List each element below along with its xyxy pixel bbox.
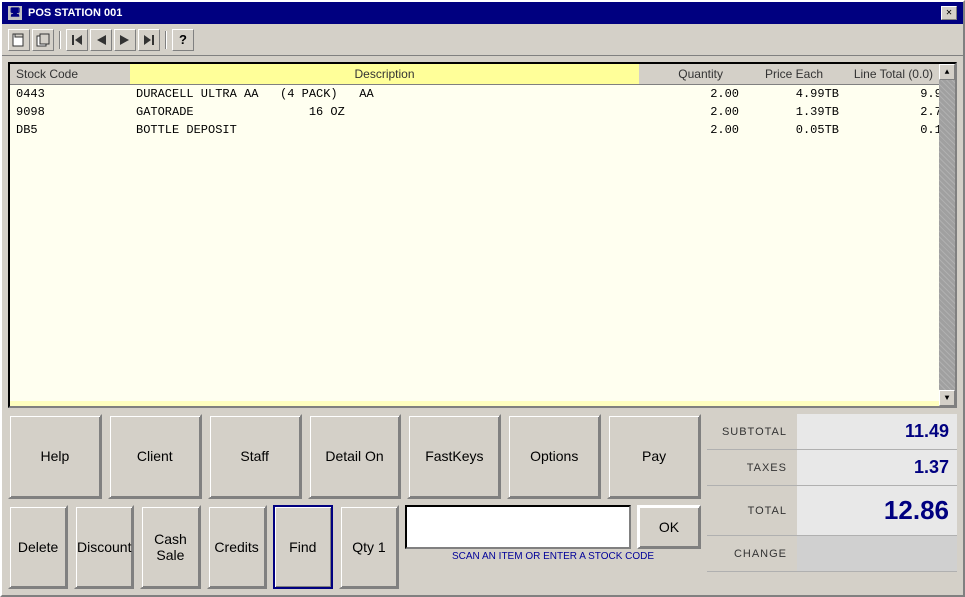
col-description: Description [130,64,639,84]
qty1-button[interactable]: Qty 1 [339,505,399,590]
buttons-row2: Delete Discount Cash Sale Credits Find Q… [8,505,701,590]
cell-price-each: 1.39TB [745,103,845,121]
staff-button[interactable]: Staff [208,414,302,499]
col-line-total: Line Total (0.0) [829,64,939,84]
first-icon[interactable] [66,29,88,51]
delete-button[interactable]: Delete [8,505,68,590]
client-button[interactable]: Client [108,414,202,499]
title-bar: 🖥 POS STATION 001 ✕ [2,2,963,24]
cash-sale-button[interactable]: Cash Sale [140,505,200,590]
scroll-track[interactable] [939,80,955,390]
cell-stock-code: 9098 [10,103,130,121]
taxes-row: TAXES 1.37 [707,450,957,486]
cell-description: GATORADE 16 OZ [130,103,655,121]
table-row[interactable]: 9098 GATORADE 16 OZ 2.00 1.39TB 2.78 [10,103,955,121]
cell-price-each: 4.99TB [745,85,845,103]
taxes-value: 1.37 [797,450,957,485]
total-value: 12.86 [797,486,957,535]
main-content: Stock Code Description Quantity Price Ea… [2,56,963,595]
window-title: POS STATION 001 [28,7,122,19]
cell-quantity: 2.00 [655,85,745,103]
table-row[interactable]: 0443 DURACELL ULTRA AA (4 PACK) AA 2.00 … [10,85,955,103]
discount-button[interactable]: Discount [74,505,134,590]
detail-on-button[interactable]: Detail On [308,414,402,499]
items-table: Stock Code Description Quantity Price Ea… [8,62,957,408]
scan-input[interactable] [405,505,631,549]
cell-price-each: 0.05TB [745,121,845,139]
fastkeys-button[interactable]: FastKeys [407,414,501,499]
scan-hint: SCAN AN ITEM OR ENTER A STOCK CODE [405,551,701,562]
change-row: CHANGE [707,536,957,572]
main-window: 🖥 POS STATION 001 ✕ ? [0,0,965,597]
help-toolbar-icon[interactable]: ? [172,29,194,51]
credits-button[interactable]: Credits [207,505,267,590]
new-icon[interactable] [8,29,30,51]
col-quantity: Quantity [639,64,729,84]
app-icon: 🖥 [8,6,22,20]
pay-button[interactable]: Pay [607,414,701,499]
total-row: TOTAL 12.86 [707,486,957,536]
cell-description: BOTTLE DEPOSIT [130,121,655,139]
table-scrollbar[interactable]: ▲ ▼ [939,64,955,406]
cell-quantity: 2.00 [655,121,745,139]
prev-icon[interactable] [90,29,112,51]
scroll-down-btn[interactable]: ▼ [939,390,955,406]
cell-stock-code: 0443 [10,85,130,103]
subtotal-label: SUBTOTAL [707,426,797,438]
subtotal-value: 11.49 [797,414,957,449]
totals-section: SUBTOTAL 11.49 TAXES 1.37 TOTAL 12.86 CH… [707,414,957,589]
taxes-label: TAXES [707,462,797,474]
change-value [797,536,957,571]
table-row[interactable]: DB5 BOTTLE DEPOSIT 2.00 0.05TB 0.10 [10,121,955,139]
cell-description: DURACELL ULTRA AA (4 PACK) AA [130,85,655,103]
col-price-each: Price Each [729,64,829,84]
subtotal-row: SUBTOTAL 11.49 [707,414,957,450]
action-buttons: Help Client Staff Detail On FastKeys Opt… [8,414,701,589]
separator1 [59,31,61,49]
last-icon[interactable] [138,29,160,51]
col-stock-code: Stock Code [10,64,130,84]
toolbar: ? [2,24,963,56]
table-header: Stock Code Description Quantity Price Ea… [10,64,955,85]
help-button[interactable]: Help [8,414,102,499]
close-button[interactable]: ✕ [941,6,957,20]
find-button[interactable]: Find [273,505,333,590]
copy-icon[interactable] [32,29,54,51]
separator2 [165,31,167,49]
table-body: 0443 DURACELL ULTRA AA (4 PACK) AA 2.00 … [10,85,955,401]
scroll-up-btn[interactable]: ▲ [939,64,955,80]
total-label: TOTAL [707,505,797,517]
cell-stock-code: DB5 [10,121,130,139]
buttons-row1: Help Client Staff Detail On FastKeys Opt… [8,414,701,499]
change-label: CHANGE [707,548,797,560]
cell-quantity: 2.00 [655,103,745,121]
bottom-section: Help Client Staff Detail On FastKeys Opt… [8,414,957,589]
scan-row: OK [405,505,701,549]
options-button[interactable]: Options [507,414,601,499]
ok-button[interactable]: OK [637,505,701,549]
next-icon[interactable] [114,29,136,51]
